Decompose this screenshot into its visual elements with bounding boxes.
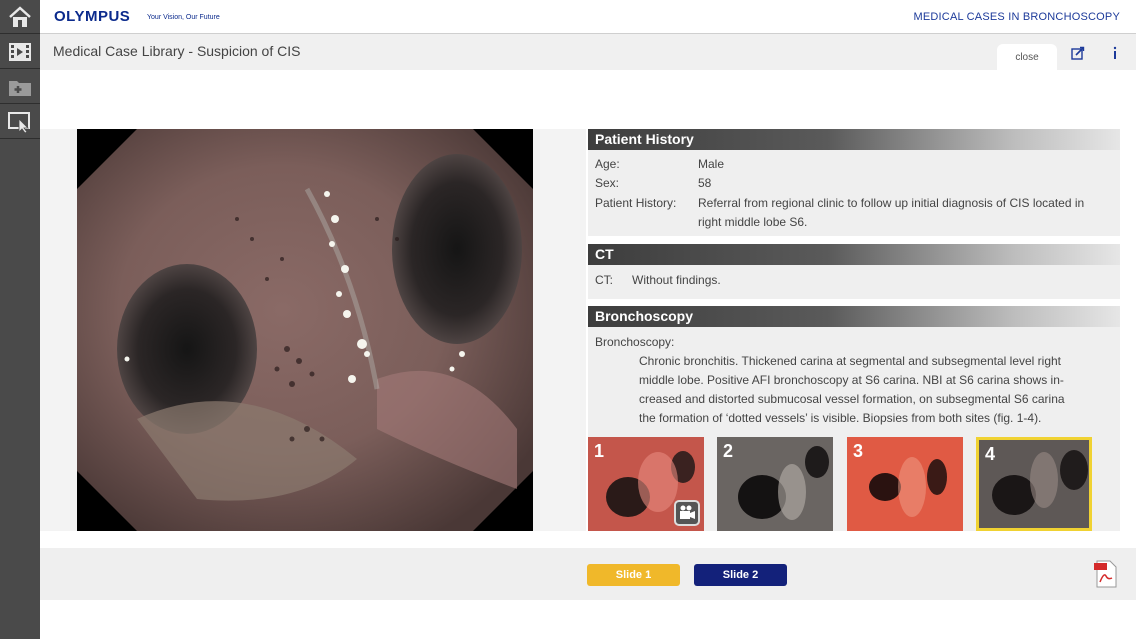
presentation-button[interactable] (0, 105, 40, 139)
patient-history-value-line2: right middle lobe S6. (698, 215, 808, 229)
thumbnail-1-number: 1 (594, 441, 605, 461)
left-rail (0, 0, 40, 639)
patient-history-heading: Patient History (588, 129, 1120, 150)
main-image-panel (40, 129, 572, 531)
patient-history-value-line1: Referral from regional clinic to follow … (698, 196, 1085, 210)
add-folder-icon (9, 80, 31, 96)
header: OLYMPUS Your Vision, Our Future MEDICAL … (40, 0, 1136, 34)
patient-history-label: Patient History: (595, 196, 677, 210)
age-label: Age: (595, 157, 620, 171)
ct-label: CT: (595, 273, 613, 287)
video-library-icon (9, 42, 31, 61)
ct-heading: CT (588, 244, 1120, 265)
ct-value: Without findings. (632, 273, 721, 287)
page-title: Medical Case Library - Suspicion of CIS (53, 43, 301, 59)
slide-2-button[interactable]: Slide 2 (694, 564, 787, 586)
thumbnail-4-number: 4 (985, 444, 996, 464)
brand-tagline: Your Vision, Our Future (147, 14, 220, 21)
bronchoscopy-text-line3: creased and distorted submucosal vessel … (639, 392, 1065, 406)
presentation-icon (8, 111, 30, 134)
bottom-bar: Slide 1 Slide 2 (40, 548, 1136, 600)
app-root: OLYMPUS Your Vision, Our Future MEDICAL … (0, 0, 1136, 639)
bronchoscopy-main-image[interactable] (77, 129, 533, 531)
edit-icon[interactable] (1071, 46, 1085, 60)
age-value: Male (698, 157, 725, 171)
case-info-panel: Patient History Age: Male Sex: 58 Patien… (586, 129, 1136, 531)
thumbnail-3[interactable]: 3 (847, 437, 963, 531)
sex-value: 58 (698, 176, 712, 190)
section-title: MEDICAL CASES IN BRONCHOSCOPY (913, 11, 1120, 23)
thumbnail-3-number: 3 (853, 441, 864, 461)
pdf-icon[interactable] (1094, 560, 1118, 588)
thumbnail-2[interactable]: 2 (717, 437, 833, 531)
ct-section: CT: Without findings. (588, 265, 1120, 299)
brand-logo: OLYMPUS (54, 8, 131, 25)
bronchoscopy-heading: Bronchoscopy (588, 306, 1120, 327)
home-button[interactable] (0, 0, 40, 34)
patient-history-section: Age: Male Sex: 58 Patient History: Refer… (588, 150, 1120, 236)
home-icon (9, 5, 31, 27)
bronchoscopy-text-line1: Chronic bronchitis. Thickened carina at … (639, 354, 1062, 368)
bronchoscopy-text-line4: the formation of ‘dotted vessels’ is vis… (639, 411, 1042, 425)
thumbnail-2-number: 2 (723, 441, 734, 461)
title-bar: Medical Case Library - Suspicion of CIS … (40, 34, 1136, 70)
more-options-icon[interactable] (1112, 46, 1118, 60)
thumbnail-1[interactable]: 1 (588, 437, 704, 531)
video-library-button[interactable] (0, 35, 40, 69)
thumbnail-4[interactable]: 4 (976, 437, 1092, 531)
sex-label: Sex: (595, 176, 620, 190)
close-button[interactable]: close (997, 44, 1057, 70)
video-camera-icon[interactable] (674, 500, 700, 526)
add-folder-button[interactable] (0, 70, 40, 104)
bronchoscopy-text-line2: middle lobe. Positive AFI bronchoscopy a… (639, 373, 1064, 387)
panel-divider (572, 129, 586, 531)
slide-1-button[interactable]: Slide 1 (587, 564, 680, 586)
bronchoscopy-label: Bronchoscopy: (595, 335, 675, 349)
